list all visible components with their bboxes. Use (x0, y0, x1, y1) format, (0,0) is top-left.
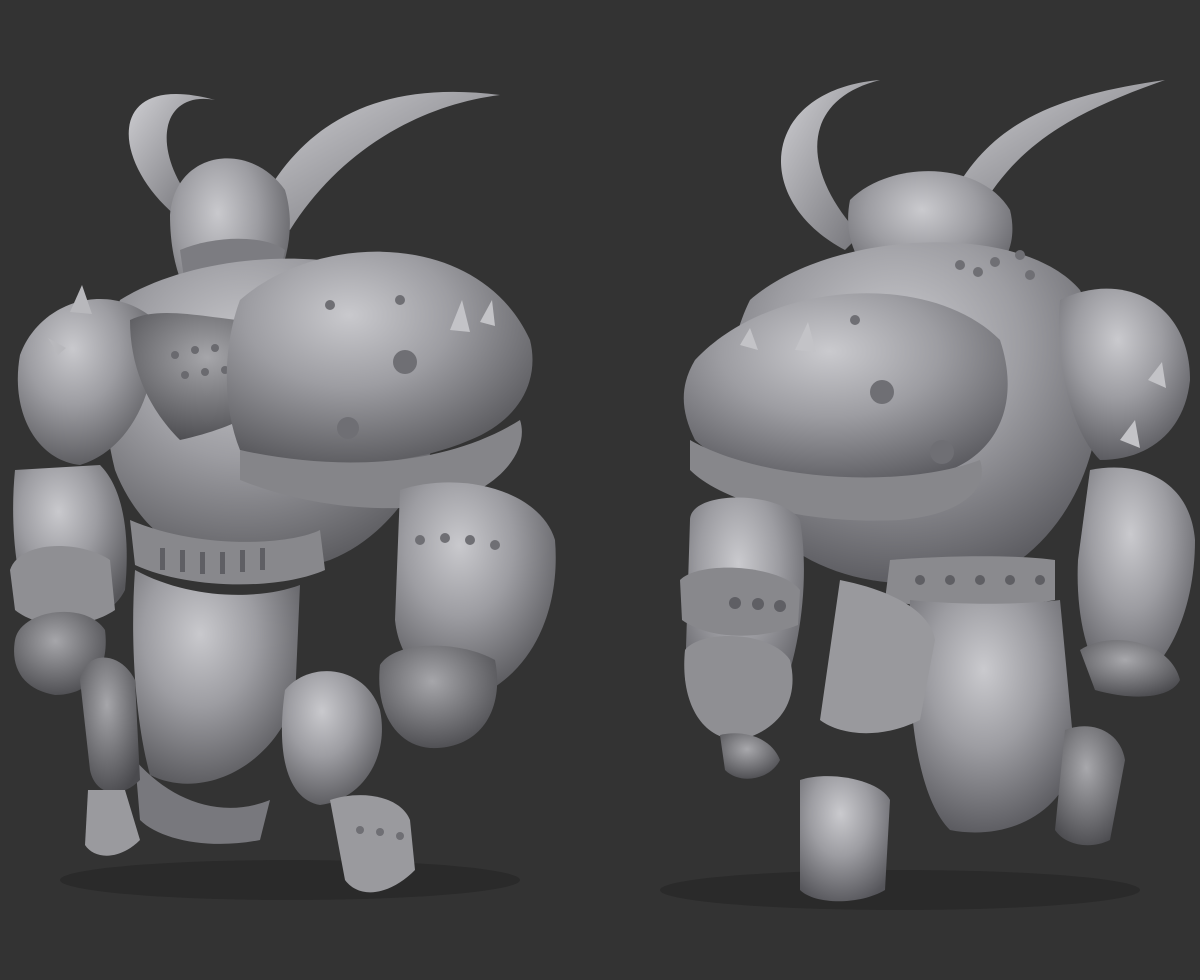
near-greave (800, 776, 890, 902)
near-pauldron-rivet-large (870, 380, 894, 404)
back-belt (885, 556, 1055, 608)
left-boot (85, 790, 140, 856)
near-pauldron-rivet (850, 315, 860, 325)
pauldron-rivet-large-2 (337, 417, 359, 439)
pauldron-rivet-2 (395, 295, 405, 305)
armored-knight-front-view (0, 0, 600, 980)
right-fist (379, 645, 498, 749)
knight-front-svg (10, 91, 556, 900)
ground-shadow (60, 860, 520, 900)
right-pauldron (226, 251, 533, 464)
back-cloth (909, 600, 1075, 833)
armored-knight-back-view (600, 0, 1200, 980)
sculpt-viewport (0, 0, 1200, 980)
left-thigh (80, 657, 140, 793)
right-knee (281, 671, 382, 805)
front-tasset (133, 570, 300, 784)
near-gauntlet (684, 636, 793, 740)
near-pauldron-rivet-large-2 (930, 440, 954, 464)
far-greave (1055, 726, 1125, 846)
near-pauldron (683, 293, 1008, 487)
pauldron-rivet-large (393, 350, 417, 374)
knight-back-svg (660, 80, 1195, 910)
ground-shadow-back (660, 870, 1140, 910)
near-hand (720, 733, 780, 779)
left-pauldron-spike (70, 285, 92, 314)
pauldron-rivet (325, 300, 335, 310)
right-horn (255, 91, 500, 230)
